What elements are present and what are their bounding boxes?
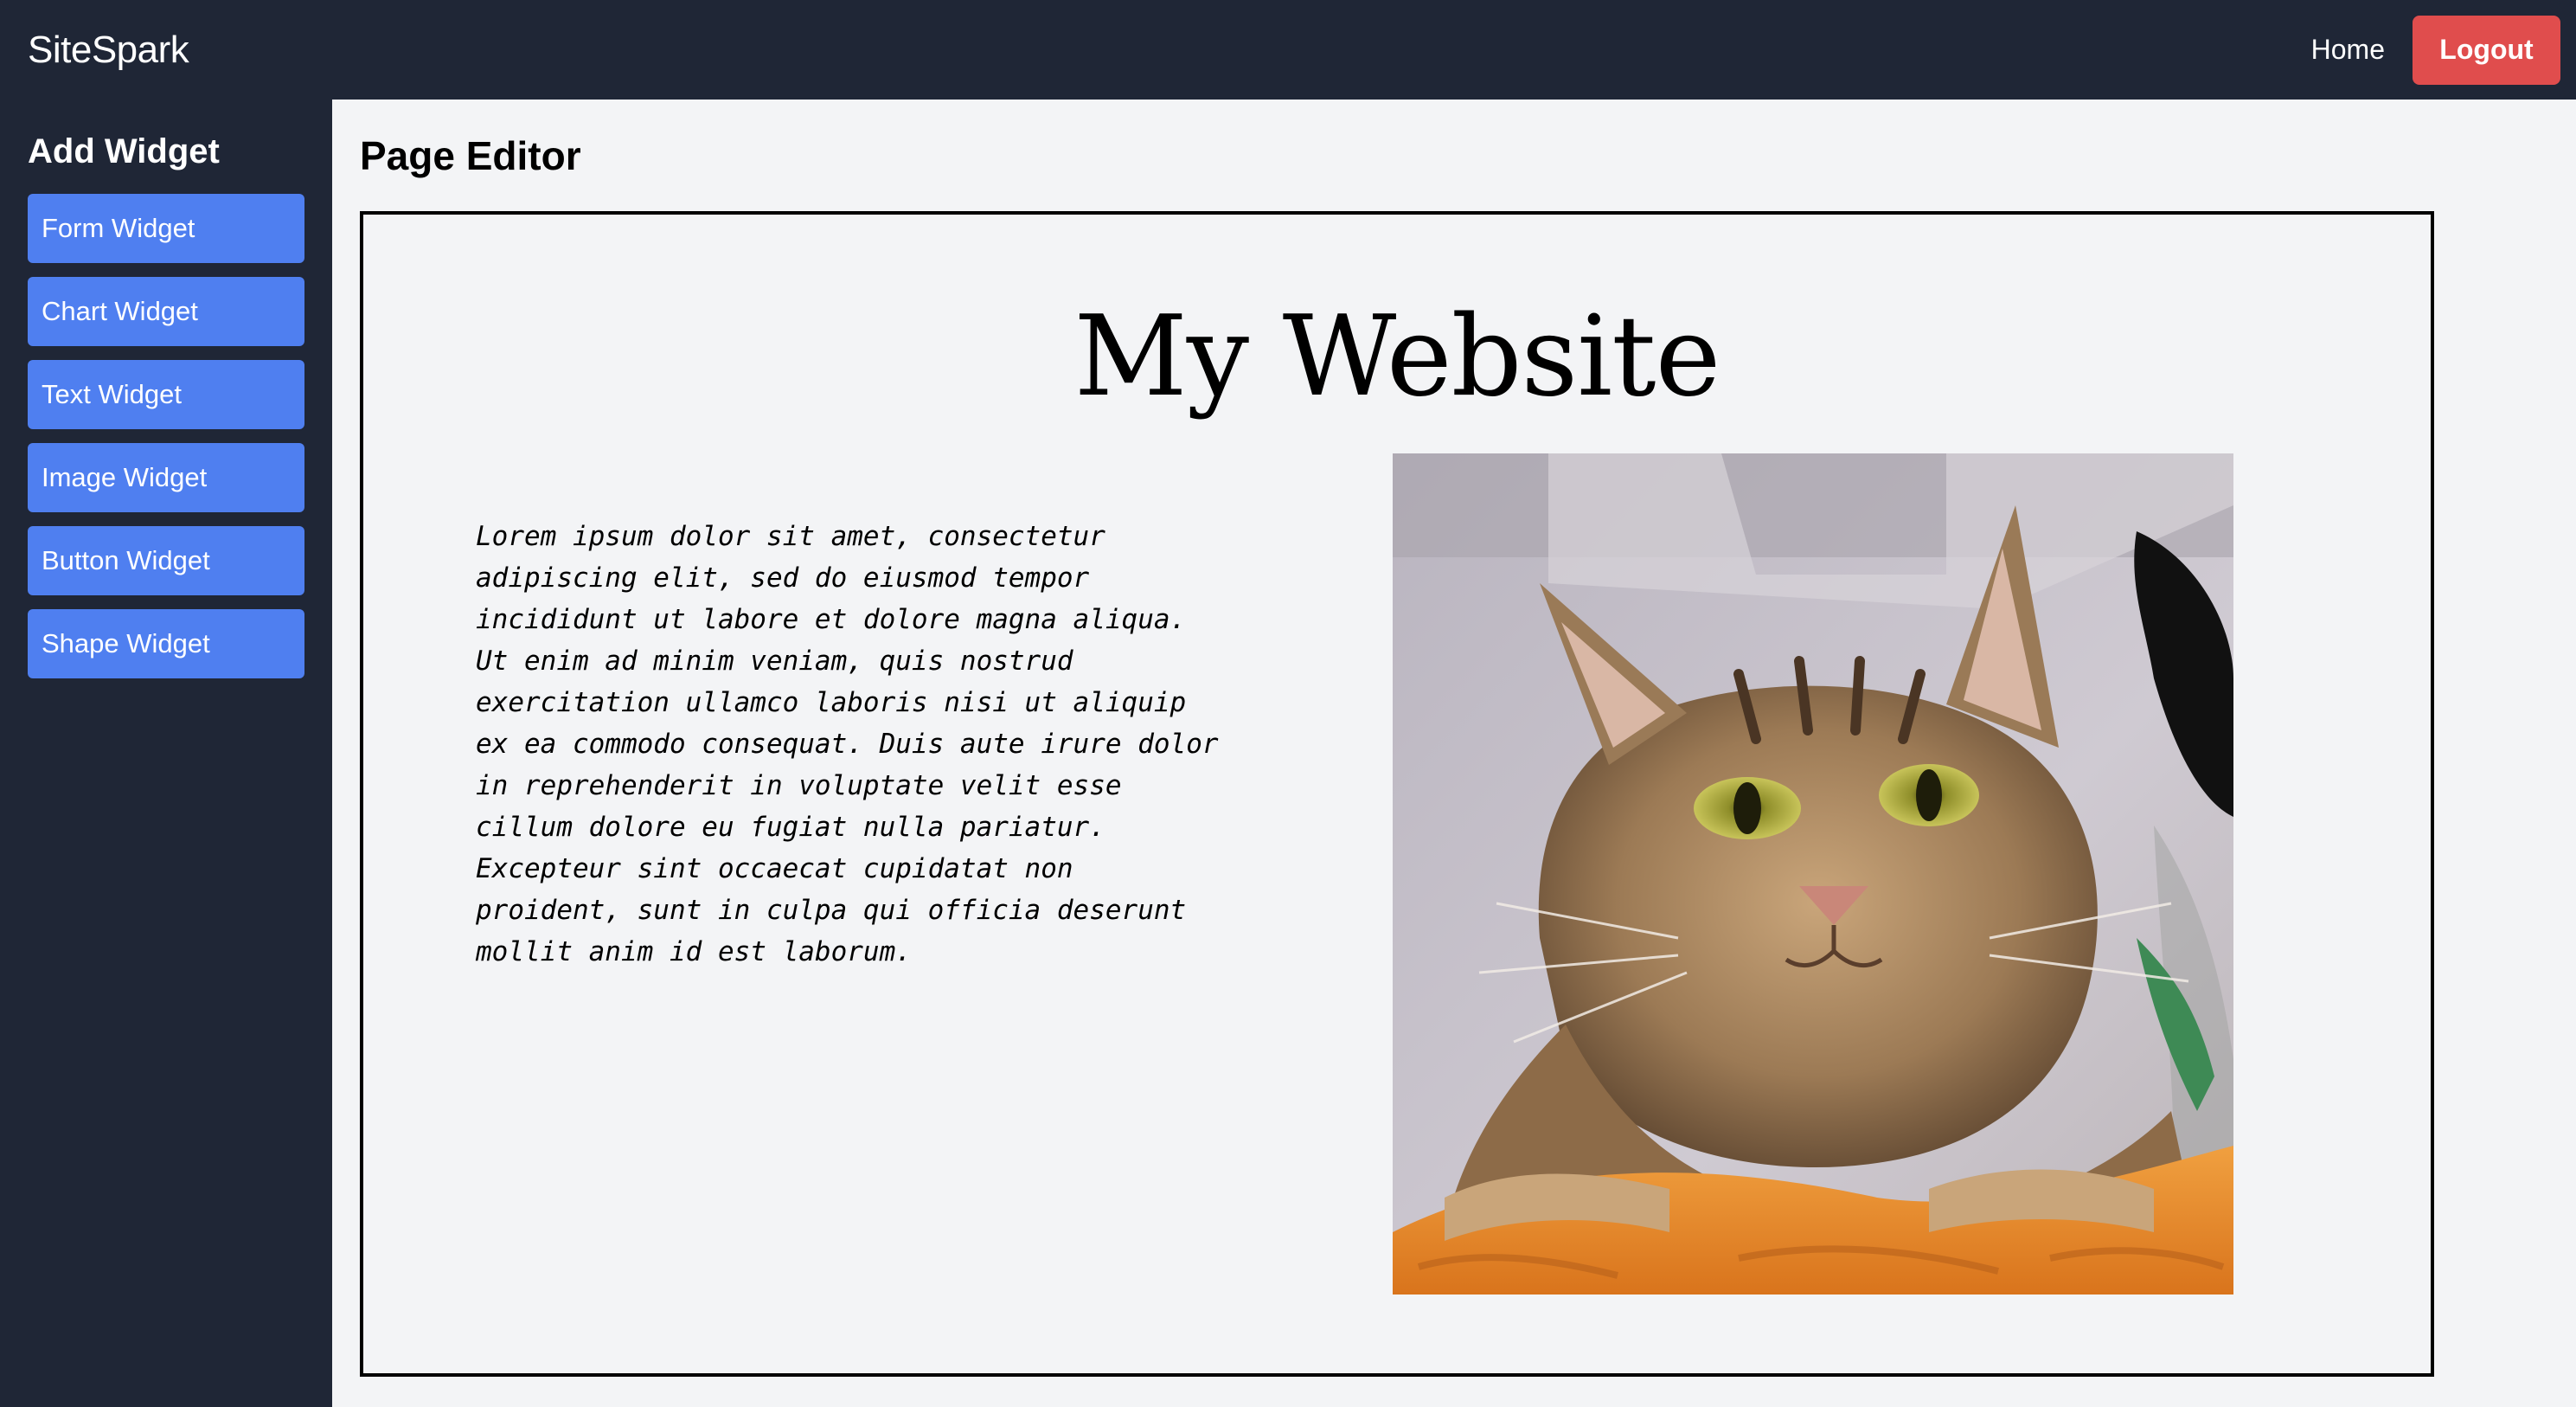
form-widget-button[interactable]: Form Widget: [28, 194, 304, 263]
image-widget-button[interactable]: Image Widget: [28, 443, 304, 512]
home-link[interactable]: Home: [2311, 34, 2385, 66]
widget-sidebar: Add Widget Form Widget Chart Widget Text…: [0, 100, 332, 1407]
sidebar-title: Add Widget: [28, 132, 220, 170]
site-title-widget[interactable]: My Website: [363, 292, 2431, 421]
text-widget-button[interactable]: Text Widget: [28, 360, 304, 429]
page-title: Page Editor: [360, 133, 581, 178]
chart-widget-button[interactable]: Chart Widget: [28, 277, 304, 346]
text-widget[interactable]: Lorem ipsum dolor sit amet, consectetur …: [476, 516, 1220, 973]
topbar-actions: Home Logout: [2311, 15, 2560, 85]
shape-widget-button[interactable]: Shape Widget: [28, 609, 304, 678]
cat-photo-illustration: [1393, 453, 2233, 1295]
top-navbar: SiteSpark Home Logout: [0, 0, 2576, 100]
logout-button[interactable]: Logout: [2413, 15, 2560, 85]
button-widget-button[interactable]: Button Widget: [28, 526, 304, 595]
editor-canvas[interactable]: My Website Lorem ipsum dolor sit amet, c…: [360, 211, 2434, 1377]
brand-logo[interactable]: SiteSpark: [28, 29, 189, 72]
cat-image-widget[interactable]: [1393, 453, 2233, 1295]
main-content: Page Editor My Website Lorem ipsum dolor…: [332, 100, 2576, 1407]
